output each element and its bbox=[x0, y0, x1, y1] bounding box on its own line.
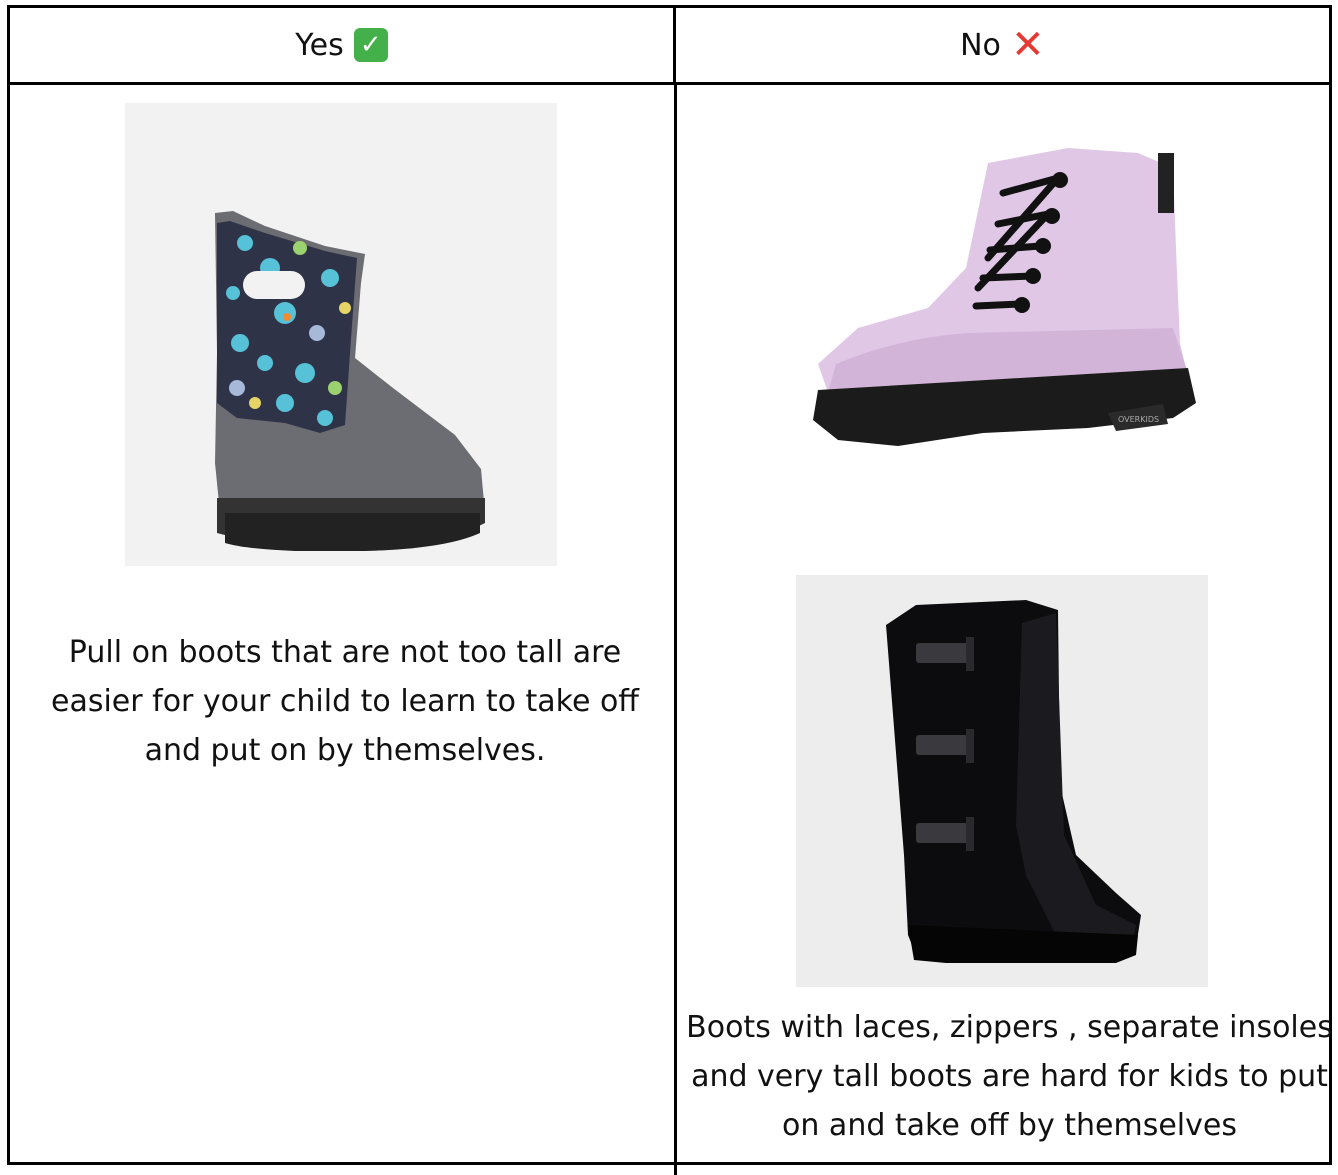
column-divider bbox=[674, 85, 677, 1175]
header-no-label: No bbox=[960, 27, 1001, 63]
yes-caption: Pull on boots that are not too tall are … bbox=[51, 635, 639, 768]
no-caption: Boots with laces, zippers , separate ins… bbox=[686, 1010, 1333, 1143]
lace-up-boot-image: OVERKIDS bbox=[778, 128, 1230, 520]
svg-text:OVERKIDS: OVERKIDS bbox=[1118, 415, 1159, 424]
header-yes: Yes ✓ bbox=[10, 8, 676, 85]
check-mark-button-icon: ✓ bbox=[353, 28, 388, 62]
rain-boot-image bbox=[125, 103, 557, 566]
tall-winter-boot-image bbox=[796, 575, 1208, 987]
header-yes-label: Yes bbox=[295, 27, 344, 63]
header-no: No ✕ bbox=[676, 8, 1329, 85]
comparison-table: Yes ✓ No ✕ Pull on boots that are not to… bbox=[7, 5, 1333, 1175]
cross-mark-icon: ✕ bbox=[1011, 22, 1045, 68]
